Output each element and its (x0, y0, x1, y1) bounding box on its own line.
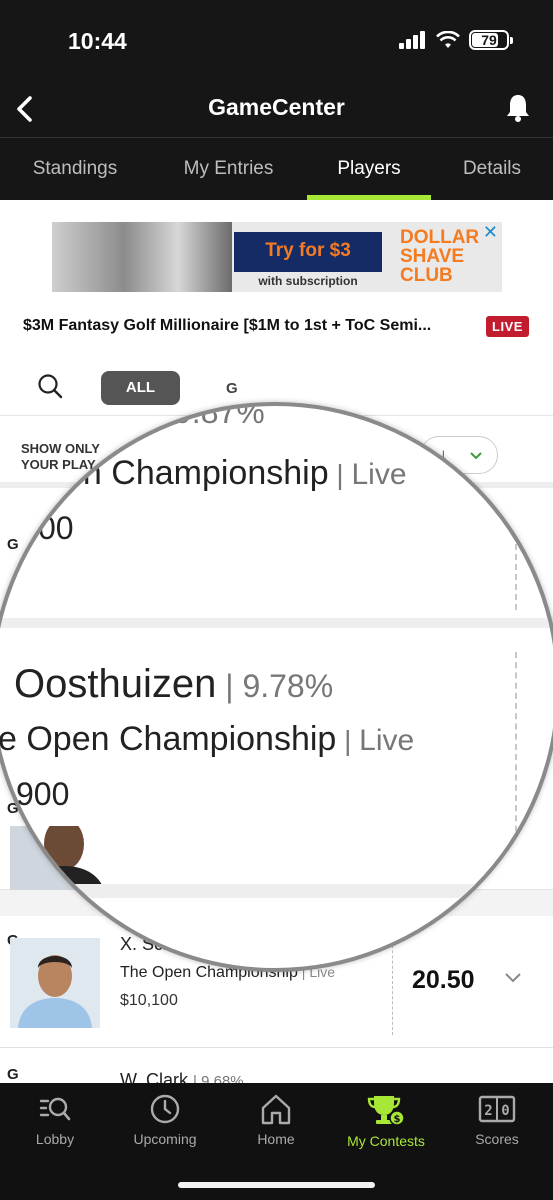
status-time: 10:44 (68, 28, 127, 54)
scoreboard-icon: 2 0 (478, 1095, 516, 1123)
lens-divider (515, 652, 517, 852)
lens-row-gap (0, 884, 553, 898)
position-label: G (7, 536, 19, 553)
ad-banner[interactable]: Try for $3 with subscription DOLLAR SHAV… (52, 222, 502, 292)
nav-lobby[interactable]: Lobby (5, 1093, 105, 1147)
lens-ownership-percent: 9.78% (242, 668, 334, 704)
trophy-icon: $ (367, 1096, 405, 1126)
lens-ownership-top: 9.87% (174, 402, 265, 430)
tab-standings[interactable]: Standings (0, 138, 150, 200)
ad-close-icon[interactable]: ✕ (483, 222, 498, 243)
clock-icon (150, 1094, 180, 1124)
lens-salary: 900 (16, 776, 70, 812)
signal-icon (399, 31, 425, 49)
razor-image (52, 222, 232, 292)
position-label: G (7, 1066, 19, 1083)
lens-separator: | (336, 725, 360, 756)
player-photo (10, 938, 100, 1028)
lens-event-name: e Open Championship (0, 720, 337, 758)
contest-title: $3M Fantasy Golf Millionaire [$1M to 1st… (23, 317, 432, 334)
search-icon[interactable] (36, 372, 64, 400)
nav-my-contests[interactable]: $ My Contests (336, 1093, 436, 1149)
svg-text:$: $ (394, 1114, 401, 1125)
nav-label: Upcoming (133, 1131, 197, 1147)
fantasy-points: 20.50 (412, 966, 475, 994)
lens-divider (515, 524, 517, 610)
home-icon (261, 1094, 291, 1125)
app-header: GameCenter (0, 80, 553, 138)
wifi-icon (436, 31, 460, 48)
lens-separator: | (328, 459, 352, 490)
lens-row-gap (0, 618, 553, 628)
bell-icon[interactable] (503, 92, 533, 124)
battery-icon: 79 (469, 30, 513, 50)
filter-all-button[interactable]: ALL (101, 371, 180, 405)
nav-label: Home (257, 1131, 295, 1147)
lens-chevron-down-icon (513, 851, 531, 862)
nav-home[interactable]: Home (226, 1093, 326, 1147)
ad-cta: Try for $3 (234, 232, 382, 272)
tab-my-entries[interactable]: My Entries (150, 138, 307, 200)
tab-players[interactable]: Players (307, 138, 431, 200)
lens-event-status: Live (351, 458, 407, 491)
chevron-down-icon (470, 452, 482, 460)
ad-subtext: with subscription (258, 274, 358, 288)
lens-player-name: Oosthuizen | 9.78% (14, 662, 333, 707)
chevron-down-icon[interactable] (504, 972, 522, 984)
ad-brand-logo: DOLLAR SHAVE CLUB (400, 227, 480, 286)
lens-event: e Open Championship | Live (0, 720, 414, 759)
lobby-icon (39, 1097, 71, 1121)
battery-percent: 79 (481, 32, 497, 48)
nav-label: My Contests (347, 1133, 425, 1149)
tab-details[interactable]: Details (431, 138, 553, 200)
filter-g-button[interactable]: G (226, 380, 238, 397)
player-avatar-icon (10, 938, 100, 1028)
magnifier-lens: 9.87% en Championship | Live 00 Oosthuiz… (0, 402, 553, 972)
home-indicator[interactable] (178, 1182, 375, 1188)
player-salary: $10,100 (120, 992, 178, 1009)
lens-event-top: en Championship | Live (64, 454, 407, 493)
status-bar: 10:44 79 (0, 0, 553, 80)
lens-name-text: Oosthuizen (14, 662, 217, 706)
gamecenter-tabs: Standings My Entries Players Details (0, 138, 553, 200)
lens-event-status: Live (359, 724, 415, 757)
nav-label: Scores (475, 1131, 519, 1147)
nav-label: Lobby (35, 1131, 75, 1147)
lens-separator: | (216, 668, 243, 704)
nav-scores[interactable]: 2 0 Scores (447, 1093, 547, 1147)
page-title: GameCenter (208, 94, 345, 120)
lens-salary-top: 00 (38, 510, 74, 546)
nav-upcoming[interactable]: Upcoming (115, 1093, 215, 1147)
lens-event-name: en Championship (64, 454, 329, 492)
live-badge: LIVE (486, 316, 529, 337)
svg-text:2: 2 (484, 1103, 492, 1119)
svg-text:0: 0 (501, 1103, 509, 1119)
status-icons: 79 (399, 30, 513, 50)
